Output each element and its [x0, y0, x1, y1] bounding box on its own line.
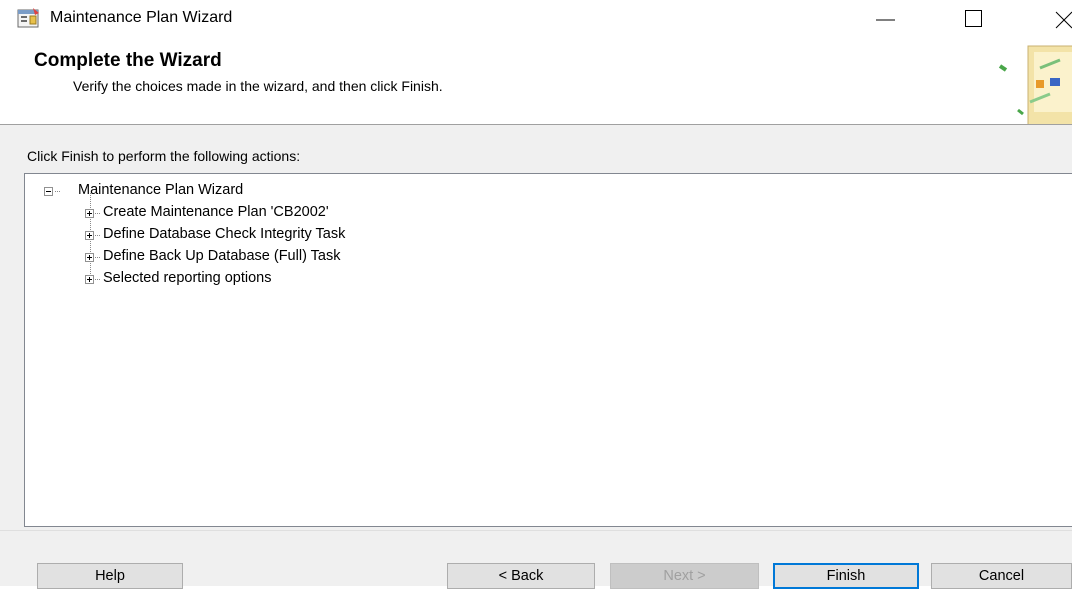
tree-node[interactable]: Create Maintenance Plan 'CB2002'	[103, 202, 329, 222]
collapse-icon[interactable]	[44, 187, 53, 196]
expand-icon[interactable]	[85, 231, 94, 240]
tree-node[interactable]: Define Database Check Integrity Task	[103, 224, 345, 244]
tree-node-label: Define Database Check Integrity Task	[103, 226, 346, 242]
help-button[interactable]: Help	[37, 563, 183, 589]
wizard-body: Click Finish to perform the following ac…	[0, 125, 1072, 530]
wizard-header: Complete the Wizard Verify the choices m…	[0, 38, 1072, 127]
tree-connector	[95, 279, 101, 280]
back-button[interactable]: < Back	[447, 563, 595, 589]
tree-root-node[interactable]: Maintenance Plan Wizard	[78, 180, 243, 200]
minimize-icon	[876, 19, 895, 21]
tree-node-label: Selected reporting options	[103, 270, 272, 286]
page-subtitle: Verify the choices made in the wizard, a…	[73, 78, 443, 94]
expand-icon[interactable]	[85, 275, 94, 284]
wizard-banner-graphic	[990, 38, 1072, 127]
tree-node[interactable]: Selected reporting options	[103, 268, 271, 288]
window-title: Maintenance Plan Wizard	[50, 9, 233, 26]
close-icon	[1055, 11, 1072, 29]
close-button[interactable]	[1050, 0, 1072, 38]
tree-node[interactable]: Define Back Up Database (Full) Task	[103, 246, 340, 266]
wizard-footer: Help < Back Next > Finish Cancel	[0, 530, 1072, 589]
minimize-button[interactable]	[862, 0, 912, 38]
next-button: Next >	[610, 563, 759, 589]
wizard-app-icon[interactable]	[17, 7, 41, 29]
maximize-icon	[965, 10, 982, 27]
expand-icon[interactable]	[85, 209, 94, 218]
tree-connector	[95, 235, 101, 236]
tree-connector	[95, 213, 101, 214]
tree-node-label: Create Maintenance Plan 'CB2002'	[103, 204, 329, 220]
page-title: Complete the Wizard	[34, 50, 222, 71]
instruction-label: Click Finish to perform the following ac…	[27, 148, 301, 164]
expand-icon[interactable]	[85, 253, 94, 262]
tree-connector	[95, 257, 101, 258]
finish-button[interactable]: Finish	[773, 563, 919, 589]
tree-node-label: Maintenance Plan Wizard	[78, 182, 244, 198]
maximize-button[interactable]	[957, 0, 1007, 38]
title-bar[interactable]: Maintenance Plan Wizard	[0, 0, 1072, 38]
tree-node-label: Define Back Up Database (Full) Task	[103, 248, 341, 264]
actions-tree[interactable]: Maintenance Plan Wizard Create Maintenan…	[24, 173, 1072, 527]
tree-connector	[55, 191, 61, 192]
cancel-button[interactable]: Cancel	[931, 563, 1072, 589]
